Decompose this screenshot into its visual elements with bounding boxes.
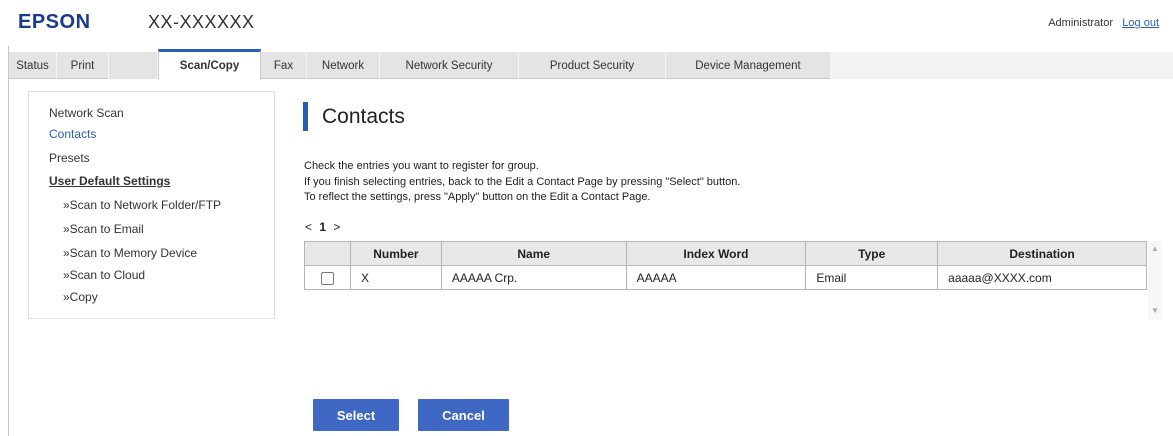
sidebar-item-scan-to-email[interactable]: »Scan to Email bbox=[63, 222, 144, 236]
sidebar-item-network-scan[interactable]: Network Scan bbox=[49, 106, 124, 120]
header-number: Number bbox=[349, 241, 442, 266]
sidebar-item-scan-to-cloud[interactable]: »Scan to Cloud bbox=[63, 268, 145, 282]
row-checkbox[interactable] bbox=[320, 271, 334, 285]
sidebar-item-scan-to-network-folder[interactable]: »Scan to Network Folder/FTP bbox=[63, 198, 221, 212]
sidebar-item-user-default-settings[interactable]: User Default Settings bbox=[49, 174, 170, 188]
header: EPSON XX-XXXXXX Administrator Log out bbox=[0, 0, 1173, 46]
tab-network[interactable]: Network bbox=[307, 52, 380, 79]
header-destination: Destination bbox=[937, 241, 1147, 266]
sidebar-item-scan-to-memory-device[interactable]: »Scan to Memory Device bbox=[63, 246, 197, 260]
user-label: Administrator bbox=[1048, 17, 1113, 29]
logout-link[interactable]: Log out bbox=[1122, 17, 1159, 29]
header-index-word: Index Word bbox=[625, 241, 807, 266]
page-title: Contacts bbox=[322, 105, 405, 128]
tab-status[interactable]: Status bbox=[9, 52, 57, 79]
header-name: Name bbox=[440, 241, 627, 266]
select-button[interactable]: Select bbox=[313, 399, 399, 431]
tab-device-management[interactable]: Device Management bbox=[666, 52, 831, 79]
row-select-cell bbox=[304, 265, 351, 290]
contacts-table: Number Name Index Word Type Destination … bbox=[304, 241, 1147, 291]
pager: < 1 > bbox=[305, 220, 340, 234]
cell-number: X bbox=[349, 265, 442, 290]
tab-scan-copy[interactable]: Scan/Copy bbox=[158, 49, 261, 80]
brand-logo: EPSON bbox=[18, 11, 91, 33]
left-divider bbox=[8, 46, 9, 436]
sidebar-item-presets[interactable]: Presets bbox=[49, 151, 90, 165]
title-accent-bar bbox=[303, 102, 308, 131]
description-line-3: To reflect the settings, press "Apply" b… bbox=[304, 191, 651, 203]
cancel-button[interactable]: Cancel bbox=[418, 399, 509, 431]
tab-network-security[interactable]: Network Security bbox=[380, 52, 519, 79]
pager-prev[interactable]: < bbox=[305, 220, 312, 234]
pager-current[interactable]: 1 bbox=[319, 220, 326, 234]
description-line-2: If you finish selecting entries, back to… bbox=[304, 176, 741, 188]
table-row: X AAAAA Crp. AAAAA Email aaaaa@XXXX.com bbox=[304, 265, 1147, 290]
model-name: XX-XXXXXX bbox=[148, 12, 255, 32]
header-type: Type bbox=[805, 241, 939, 266]
sidebar-item-contacts[interactable]: Contacts bbox=[49, 127, 96, 141]
table-header-row: Number Name Index Word Type Destination bbox=[304, 241, 1147, 266]
tab-product-security[interactable]: Product Security bbox=[519, 52, 666, 79]
cell-index-word: AAAAA bbox=[625, 265, 807, 290]
tab-bar: Status Print Scan/Copy Fax Network Netwo… bbox=[9, 49, 1173, 80]
tab-print[interactable]: Print bbox=[57, 52, 109, 79]
cell-name: AAAAA Crp. bbox=[440, 265, 627, 290]
sidebar: Network Scan Contacts Presets User Defau… bbox=[28, 91, 275, 319]
tab-bar-fill bbox=[831, 52, 1173, 79]
description-line-1: Check the entries you want to register f… bbox=[304, 160, 539, 172]
sidebar-item-copy[interactable]: »Copy bbox=[63, 290, 98, 304]
cell-destination: aaaaa@XXXX.com bbox=[937, 265, 1147, 290]
pager-next[interactable]: > bbox=[333, 220, 340, 234]
cell-type: Email bbox=[805, 265, 939, 290]
tab-spacer bbox=[109, 52, 158, 79]
scroll-down-icon[interactable]: ▼ bbox=[1151, 306, 1159, 315]
tab-fax[interactable]: Fax bbox=[261, 52, 307, 79]
header-select bbox=[304, 241, 351, 266]
scroll-up-icon[interactable]: ▲ bbox=[1151, 244, 1159, 253]
